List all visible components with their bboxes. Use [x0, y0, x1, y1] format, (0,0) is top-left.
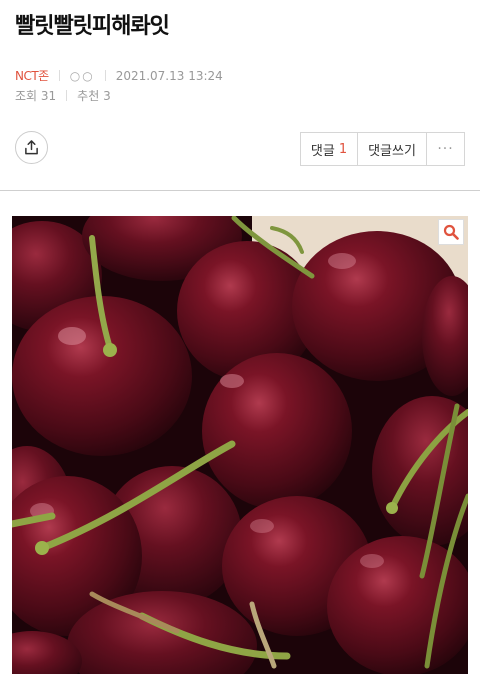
write-comment-button[interactable]: 댓글쓰기 [358, 133, 427, 165]
comments-button[interactable]: 댓글 1 [301, 133, 358, 165]
share-button[interactable] [15, 131, 48, 164]
author-name[interactable]: ○○ [70, 69, 95, 83]
post-title: 빨릿빨릿피해롸잇 [15, 14, 170, 39]
meta-divider [66, 90, 68, 101]
board-name-link[interactable]: NCT존 [15, 67, 49, 84]
view-count: 조회 31 [15, 89, 57, 103]
more-options-button[interactable]: ··· [427, 133, 464, 165]
meta-divider [104, 70, 106, 81]
post-date: 2021.07.13 13:24 [115, 68, 223, 83]
cherries-photo [12, 216, 468, 674]
post-meta: NCT존 ○○ 2021.07.13 13:24 [15, 67, 223, 84]
meta-divider [58, 70, 60, 81]
recommend-count: 추천 3 [77, 89, 111, 103]
zoom-button[interactable] [438, 219, 464, 245]
comment-toolbar: 댓글 1 댓글쓰기 ··· [300, 132, 465, 166]
post-image[interactable] [12, 216, 468, 674]
post-stats: 조회 31 추천 3 [15, 87, 111, 104]
share-icon [25, 140, 38, 155]
magnifier-icon [443, 224, 459, 240]
comments-count: 1 [338, 141, 348, 157]
header-divider [0, 190, 480, 191]
comments-label: 댓글 [310, 143, 335, 159]
